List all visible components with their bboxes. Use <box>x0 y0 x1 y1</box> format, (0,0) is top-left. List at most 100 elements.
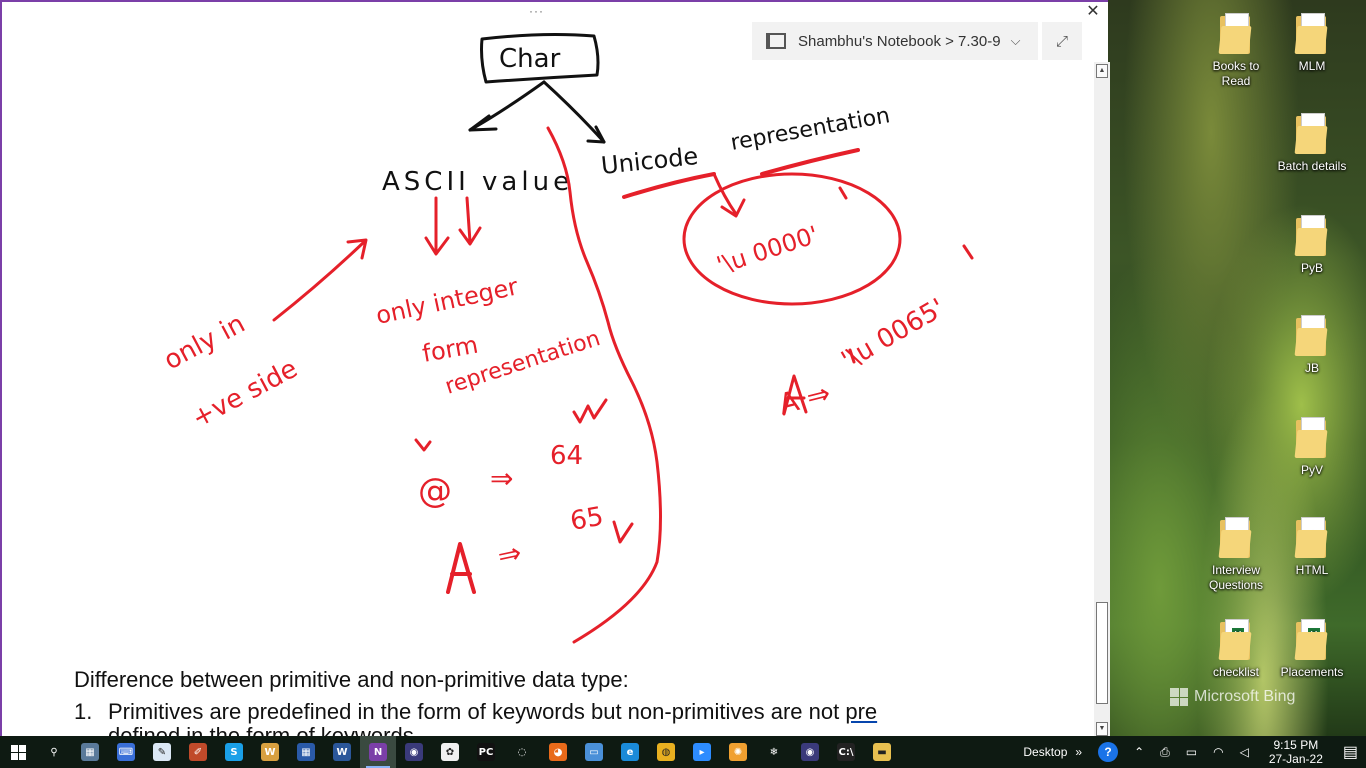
pdf-folder-icon <box>1292 214 1332 258</box>
notepad-icon: ✎ <box>153 743 171 761</box>
ink-a-value: 65 <box>568 502 606 537</box>
skype-icon: S <box>225 743 243 761</box>
desktop-icon-mlm[interactable]: MLM <box>1276 12 1348 74</box>
clock[interactable]: 9:15 PM 27-Jan-22 <box>1257 738 1335 766</box>
volume-icon[interactable]: ◁ <box>1232 745 1257 759</box>
help-icon[interactable]: ? <box>1090 742 1126 762</box>
desktop-icon-label: PyB <box>1300 261 1323 275</box>
desktop-icon-label: PyV <box>1300 463 1323 477</box>
ink-unicode-default: '\u 0000' <box>713 221 822 280</box>
desktop-icon-label: MLM <box>1298 59 1326 73</box>
pdf-folder-icon <box>1216 12 1256 56</box>
desktop-icon-books-to-read[interactable]: Books to Read <box>1200 12 1272 89</box>
clock-date: 27-Jan-22 <box>1268 752 1323 766</box>
show-hidden-icons-icon[interactable]: ⌃ <box>1126 745 1152 759</box>
desktop-icon-label: Placements <box>1280 665 1344 679</box>
pen-icon: ✐ <box>189 743 207 761</box>
calculator-icon: ▦ <box>81 743 99 761</box>
ink-at-sign: @ <box>418 471 452 511</box>
ink-char-label: Char <box>499 44 561 74</box>
desktop-icon-batch-details[interactable]: Batch details <box>1276 112 1348 174</box>
taskbar-app-skype[interactable]: S <box>216 736 252 768</box>
scroll-up-button[interactable]: ▲ <box>1096 64 1108 78</box>
note-heading: Difference between primitive and non-pri… <box>74 667 629 692</box>
desktop-icon-label: JB <box>1304 361 1319 375</box>
eclipse-icon: ◉ <box>405 743 423 761</box>
desktop-icon-pyb[interactable]: PyB <box>1276 214 1348 276</box>
meet-now-icon[interactable]: ⎙ <box>1152 745 1178 760</box>
taskbar-app-edge[interactable]: e <box>612 736 648 768</box>
ink-ascii-label: ASCII value <box>382 167 573 197</box>
desktop-icon-label: Batch details <box>1277 159 1347 173</box>
firefox-icon: ◕ <box>549 743 567 761</box>
taskbar-app-paint[interactable]: ✿ <box>432 736 468 768</box>
taskbar-app-cmd[interactable]: C:\ <box>828 736 864 768</box>
taskbar-app-snowflake[interactable]: ❄ <box>756 736 792 768</box>
desktop-icon-html[interactable]: HTML <box>1276 516 1348 578</box>
taskbar-apps: ⚲ ▦ ⌨ ✎ ✐ S W ▦ W N ◉ ✿ PC ◌ ◕ ▭ e ◍ ▸ ✺ ❄ ◉ C:\ ▬ <box>36 736 900 768</box>
taskbar: ⚲ ▦ ⌨ ✎ ✐ S W ▦ W N ◉ ✿ PC ◌ ◕ ▭ e ◍ ▸ ✺ ❄ ◉ C:\ ▬ Desktop » ? … <box>0 736 1366 768</box>
taskbar-app-pycharm[interactable]: PC <box>468 736 504 768</box>
paint-icon: ✿ <box>441 743 459 761</box>
taskbar-app-circle-app[interactable]: ◌ <box>504 736 540 768</box>
html-folder-icon <box>1292 516 1332 560</box>
taskbar-app-orange-app[interactable]: ✺ <box>720 736 756 768</box>
ink-only-in: only in <box>159 309 250 376</box>
pdf-folder-icon <box>1216 516 1256 560</box>
notifications-icon[interactable]: ▤ <box>1335 742 1366 762</box>
desktop-icon-checklist[interactable]: checklist <box>1200 618 1272 680</box>
circle-app-icon: ◌ <box>513 743 531 761</box>
desktop-icon-placements[interactable]: Placements <box>1276 618 1348 680</box>
ink-red-strokes <box>272 126 974 644</box>
desktop-icon-label: Books to Read <box>1212 59 1260 88</box>
scrollbar-thumb[interactable] <box>1096 602 1108 704</box>
taskbar-app-chrome[interactable]: ◍ <box>648 736 684 768</box>
taskbar-app-eclipse2[interactable]: ◉ <box>792 736 828 768</box>
desktop-toolbar-label[interactable]: Desktop <box>1015 745 1075 759</box>
taskbar-app-onenote[interactable]: N <box>360 736 396 768</box>
wordpad-icon: W <box>261 743 279 761</box>
taskbar-app-calculator[interactable]: ▦ <box>72 736 108 768</box>
toolbar-chevron-icon[interactable]: » <box>1075 745 1090 759</box>
ink-unicode-label: Unicode <box>600 142 700 180</box>
taskbar-app-explorer[interactable]: ▬ <box>864 736 900 768</box>
taskbar-app-search[interactable]: ⚲ <box>36 736 72 768</box>
windows-logo-icon <box>10 744 26 760</box>
bing-watermark-text: Microsoft Bing <box>1194 688 1296 705</box>
desktop-icon-label: checklist <box>1212 665 1259 679</box>
list-number: 1. <box>74 699 93 724</box>
ink-form: form <box>420 331 480 368</box>
taskbar-app-firefox[interactable]: ◕ <box>540 736 576 768</box>
taskbar-app-calendar[interactable]: ▦ <box>288 736 324 768</box>
pdf-folder-icon <box>1292 416 1332 460</box>
ink-unicode-a: '\u 0065' <box>837 293 951 376</box>
taskbar-app-monitor[interactable]: ▭ <box>576 736 612 768</box>
zoom-icon: ▸ <box>693 743 711 761</box>
eclipse2-icon: ◉ <box>801 743 819 761</box>
desktop-icon-jb[interactable]: JB <box>1276 314 1348 376</box>
clock-time: 9:15 PM <box>1273 738 1319 752</box>
excel-folder-icon <box>1216 618 1256 662</box>
taskbar-app-word[interactable]: W <box>324 736 360 768</box>
ink-canvas[interactable]: Char ASCII value Unicode representation <box>2 2 1094 662</box>
calendar-icon: ▦ <box>297 743 315 761</box>
taskbar-app-notepad[interactable]: ✎ <box>144 736 180 768</box>
ink-only-integer: only integer <box>373 272 520 329</box>
taskbar-app-eclipse[interactable]: ◉ <box>396 736 432 768</box>
battery-icon[interactable]: ▭ <box>1178 745 1205 759</box>
ink-representation-label: representation <box>729 103 892 156</box>
taskbar-app-pen[interactable]: ✐ <box>180 736 216 768</box>
vertical-scrollbar[interactable]: ▲ ▼ <box>1094 62 1110 738</box>
ink-double-arrow-2: ⇒ <box>495 536 525 573</box>
microsoft-logo-icon <box>1170 688 1188 706</box>
monitor-icon: ▭ <box>585 743 603 761</box>
wifi-icon[interactable]: ◠ <box>1205 745 1231 759</box>
taskbar-app-zoom[interactable]: ▸ <box>684 736 720 768</box>
taskbar-app-keyboard[interactable]: ⌨ <box>108 736 144 768</box>
start-button[interactable] <box>0 736 36 768</box>
note-body-text[interactable]: Difference between primitive and non-pri… <box>74 664 1084 736</box>
scroll-down-button[interactable]: ▼ <box>1096 722 1108 736</box>
desktop-icon-pyv[interactable]: PyV <box>1276 416 1348 478</box>
taskbar-app-wordpad[interactable]: W <box>252 736 288 768</box>
desktop-icon-interview-questions[interactable]: Interview Questions <box>1200 516 1272 593</box>
